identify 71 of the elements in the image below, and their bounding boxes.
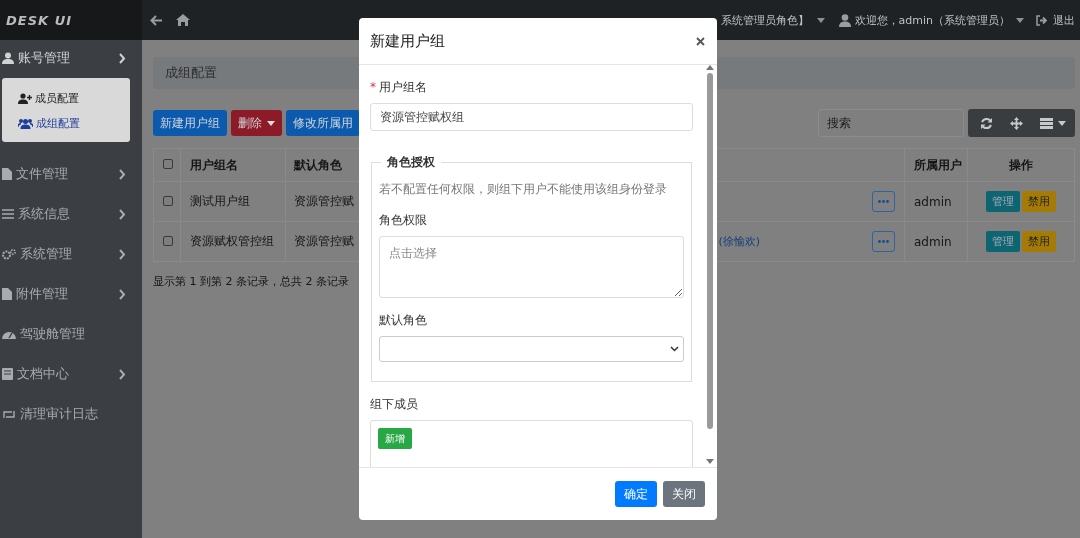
sign-out-icon (1036, 14, 1048, 26)
toolbar-button[interactable]: 删除 (231, 110, 282, 136)
brand-logo[interactable]: DESK UI (6, 12, 73, 28)
caret-icon (1058, 120, 1066, 126)
home-icon[interactable] (176, 14, 190, 26)
file-icon (2, 168, 12, 180)
chevron-down-icon (670, 346, 679, 352)
table-cell: admin (904, 181, 968, 222)
role-switch-menu[interactable]: 系统管理员角色】 (720, 12, 825, 28)
sidebar-item[interactable]: 清理审计日志 (0, 394, 142, 434)
retweet-icon (2, 409, 16, 419)
action-button[interactable]: 管理 (986, 231, 1020, 252)
scroll-up-arrow-icon[interactable] (705, 65, 714, 70)
action-button[interactable]: 禁用 (1022, 231, 1056, 252)
sidebar-item[interactable]: 系统信息 (0, 194, 142, 234)
field-label: 组下成员 (370, 396, 419, 413)
field-label: 角色权限 (379, 212, 428, 229)
checkbox[interactable] (163, 159, 173, 169)
column-header[interactable]: 操作 (967, 148, 1075, 182)
field-label: 默认角色 (379, 312, 428, 329)
dialog-title: 新建用户组 (370, 31, 445, 51)
ellipsis-icon (878, 240, 889, 243)
caret-icon (1016, 17, 1024, 23)
column-header[interactable]: 所属用户 (904, 148, 968, 182)
list-icon (1040, 117, 1053, 129)
action-button[interactable]: 禁用 (1022, 191, 1056, 212)
user-menu[interactable]: 欢迎您，admin（系统管理员） (854, 12, 1024, 28)
sidebar-item[interactable]: 附件管理 (0, 274, 142, 314)
user-icon (2, 52, 14, 64)
sidebar-item[interactable]: 系统管理 (0, 234, 142, 274)
table-cell: 测试用户组 (180, 181, 286, 222)
scrollbar[interactable] (705, 65, 714, 464)
columns-menu[interactable] (1040, 117, 1066, 129)
scroll-down-arrow-icon[interactable] (705, 459, 714, 464)
list-icon (2, 209, 14, 219)
table-cell: 资源赋权管控组 (180, 221, 286, 262)
toolbar-button[interactable]: 修改所属用 (286, 110, 360, 136)
table-cell: admin (904, 221, 968, 262)
toolbar-button[interactable]: 新建用户组 (153, 110, 227, 136)
group-name-field[interactable]: 资源管控赋权组 (370, 103, 693, 131)
member-link[interactable]: (徐愉欢) (718, 234, 761, 249)
fieldset-legend: 角色授权 (381, 154, 441, 171)
back-arrow-icon[interactable] (150, 14, 162, 26)
move-arrows-icon[interactable] (1010, 116, 1023, 130)
role-permission-field[interactable]: 点击选择 (379, 236, 684, 298)
file-icon (2, 288, 12, 300)
sidebar-item[interactable]: 文档中心 (0, 354, 142, 394)
checkbox[interactable] (163, 195, 173, 206)
caret-icon (816, 17, 825, 23)
users-icon (18, 118, 33, 129)
sidebar-item[interactable]: 文件管理 (0, 154, 142, 194)
submenu-item[interactable]: 成组配置 (18, 111, 130, 136)
submenu-item[interactable]: 成员配置 (18, 86, 130, 111)
checkbox[interactable] (163, 235, 173, 246)
dialog-button[interactable]: 确定 (615, 481, 657, 507)
user-icon (838, 13, 851, 27)
action-button[interactable]: 管理 (986, 191, 1020, 212)
search-field[interactable]: 搜索 (818, 109, 964, 137)
ellipsis-icon (878, 200, 889, 203)
logout-link[interactable]: 退出 (1036, 12, 1075, 28)
refresh-icon[interactable] (980, 116, 993, 130)
close-icon[interactable] (696, 36, 705, 46)
hint-text: 若不配置任何权限，则组下用户不能使用该组身份登录 (379, 181, 668, 198)
sidebar-item[interactable]: 驾驶舱管理 (0, 314, 142, 354)
sidebar-item[interactable]: 账号管理 (0, 40, 142, 76)
dialog-button[interactable]: 关闭 (663, 481, 705, 507)
pagination-info: 显示第 1 到第 2 条记录，总共 2 条记录 (153, 274, 350, 289)
column-header[interactable]: 用户组名 (180, 148, 286, 182)
user-plus-icon (18, 93, 32, 104)
add-button[interactable]: 新增 (378, 428, 412, 449)
gears-icon (2, 248, 16, 260)
